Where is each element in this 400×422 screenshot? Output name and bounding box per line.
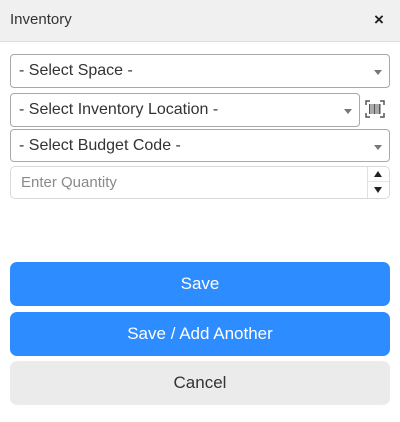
- cancel-button[interactable]: Cancel: [10, 361, 390, 405]
- dialog-title: Inventory: [10, 11, 72, 28]
- budget-code-select[interactable]: - Select Budget Code -: [10, 129, 390, 162]
- quantity-stepper: [10, 166, 390, 199]
- quantity-input[interactable]: [11, 167, 367, 198]
- barcode-icon[interactable]: [365, 100, 385, 118]
- space-select[interactable]: - Select Space -: [10, 54, 390, 88]
- decrement-arrow-icon[interactable]: [368, 183, 389, 198]
- inventory-location-select[interactable]: - Select Inventory Location -: [10, 93, 360, 127]
- increment-arrow-icon[interactable]: [368, 167, 389, 182]
- space-select-value: - Select Space -: [19, 62, 133, 79]
- save-button[interactable]: Save: [10, 262, 390, 306]
- quantity-spinner: [367, 167, 389, 198]
- inventory-location-select-value: - Select Inventory Location -: [19, 101, 219, 118]
- chevron-down-icon: [374, 145, 382, 150]
- save-add-another-button[interactable]: Save / Add Another: [10, 312, 390, 356]
- dialog-header: Inventory ×: [0, 0, 400, 42]
- close-icon[interactable]: ×: [370, 10, 388, 30]
- budget-code-select-value: - Select Budget Code -: [19, 137, 181, 154]
- chevron-down-icon: [374, 70, 382, 75]
- chevron-down-icon: [344, 109, 352, 114]
